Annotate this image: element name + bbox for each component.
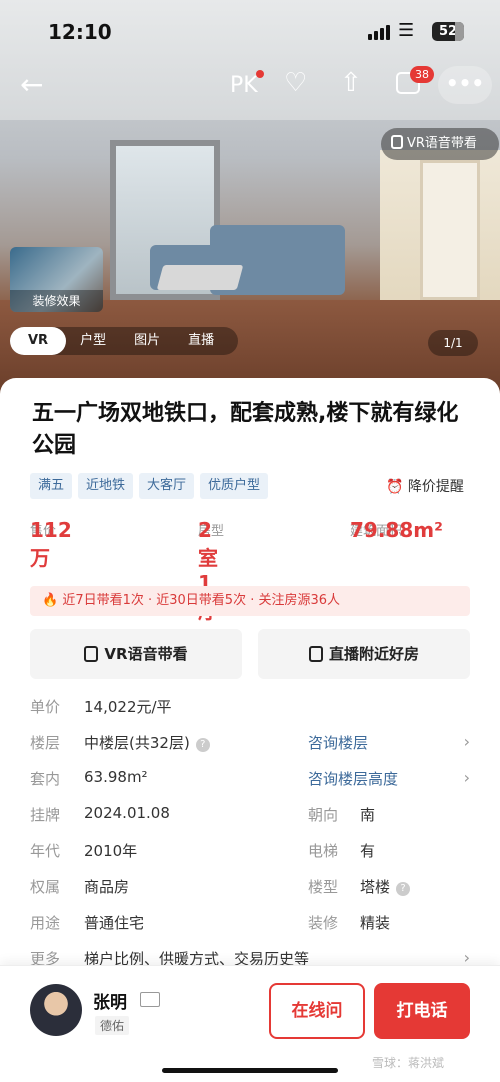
watermark: 雪球：蒋洪斌: [372, 1056, 445, 1070]
detail-row: 权属 商品房 楼型 塔楼?: [30, 876, 470, 912]
renovation-label: 装修效果: [10, 290, 103, 312]
tab-live[interactable]: 直播: [174, 327, 228, 355]
alarm-icon: ⏰: [386, 479, 404, 495]
listing-title: 五一广场双地铁口，配套成熟,楼下就有绿化公园: [32, 401, 459, 458]
detail-row: 单价 14,022元/平: [30, 698, 172, 716]
share-icon[interactable]: ⇧: [340, 68, 362, 98]
detail-row: 用途 普通住宅 装修 精装: [30, 914, 391, 932]
vr-icon: [84, 646, 99, 662]
heart-icon[interactable]: ♡: [284, 68, 307, 98]
tag: 优质户型: [200, 473, 269, 499]
stat-layout: 2室1厅房型: [198, 518, 225, 623]
vr-icon: [391, 135, 403, 149]
home-indicator[interactable]: [162, 1068, 338, 1073]
live-nearby-button[interactable]: 直播附近好房: [258, 629, 470, 679]
wifi-icon: ☰: [398, 20, 415, 41]
help-icon[interactable]: ?: [195, 738, 210, 752]
renovation-thumbnail[interactable]: 装修效果: [10, 247, 103, 312]
detail-row: 年代 2010年 电梯 有: [30, 842, 376, 860]
pk-button[interactable]: PK: [230, 73, 258, 98]
back-arrow-icon[interactable]: ←: [20, 68, 43, 101]
fire-icon: 🔥: [42, 593, 59, 608]
vr-audio-button[interactable]: VR语音带看: [381, 128, 499, 160]
chevron-right-icon: ›: [463, 768, 470, 787]
stat-area: 79.88m² 建筑面积: [350, 518, 443, 542]
price-alert-button[interactable]: ⏰ 降价提醒: [386, 476, 464, 496]
online-chat-button[interactable]: 在线问: [269, 983, 365, 1039]
tag-list: 满五 近地铁 大客厅 优质户型: [30, 473, 269, 499]
agent-name: 张明: [93, 993, 127, 1013]
play-icon: [308, 646, 323, 662]
status-time: 12:10: [48, 20, 112, 44]
ask-floor-height-link[interactable]: 咨询楼层高度: [308, 768, 398, 789]
tab-floorplan[interactable]: 户型: [66, 327, 120, 355]
tag: 满五: [30, 473, 73, 499]
top-nav: ← PK ♡ ⇧ 38 •••: [0, 60, 500, 110]
signal-icon: [368, 24, 390, 40]
action-buttons: VR语音带看 直播附近好房: [30, 629, 470, 679]
business-card-icon[interactable]: [140, 992, 160, 1007]
ask-floor-link[interactable]: 咨询楼层: [308, 732, 368, 753]
media-tabs: VR 户型 图片 直播: [10, 327, 239, 355]
battery-icon: 52: [432, 22, 464, 41]
chevron-right-icon: ›: [463, 732, 470, 751]
tag: 大客厅: [139, 473, 195, 499]
status-bar: 12:10 ☰ 52: [0, 0, 500, 60]
message-badge: 38: [410, 66, 434, 83]
agent-company: 德佑: [95, 1016, 130, 1035]
detail-row: 挂牌 2024.01.08 朝向 南: [30, 804, 376, 824]
call-button[interactable]: 打电话: [374, 983, 470, 1039]
more-button[interactable]: •••: [438, 66, 492, 104]
stat-price: 112万 售价: [30, 518, 72, 570]
key-stats: 112万售价 2室1厅房型 79.88m²建筑面积: [30, 518, 470, 623]
tab-photos[interactable]: 图片: [120, 327, 174, 355]
pk-dot-badge: [256, 70, 264, 78]
detail-row: 楼层 中楼层(共32层)? 咨询楼层 ›: [30, 732, 470, 753]
tab-vr[interactable]: VR: [10, 327, 67, 355]
help-icon[interactable]: ?: [396, 882, 411, 896]
vr-tour-button[interactable]: VR语音带看: [30, 629, 242, 679]
agent-avatar[interactable]: [30, 984, 82, 1036]
tag: 近地铁: [78, 473, 134, 499]
photo-pager: 1/1: [428, 330, 478, 356]
detail-row: 套内 63.98m² 咨询楼层高度 ›: [30, 768, 470, 789]
popularity-bar: 🔥 近7日带看1次 · 近30日带看5次 · 关注房源36人: [30, 586, 470, 616]
